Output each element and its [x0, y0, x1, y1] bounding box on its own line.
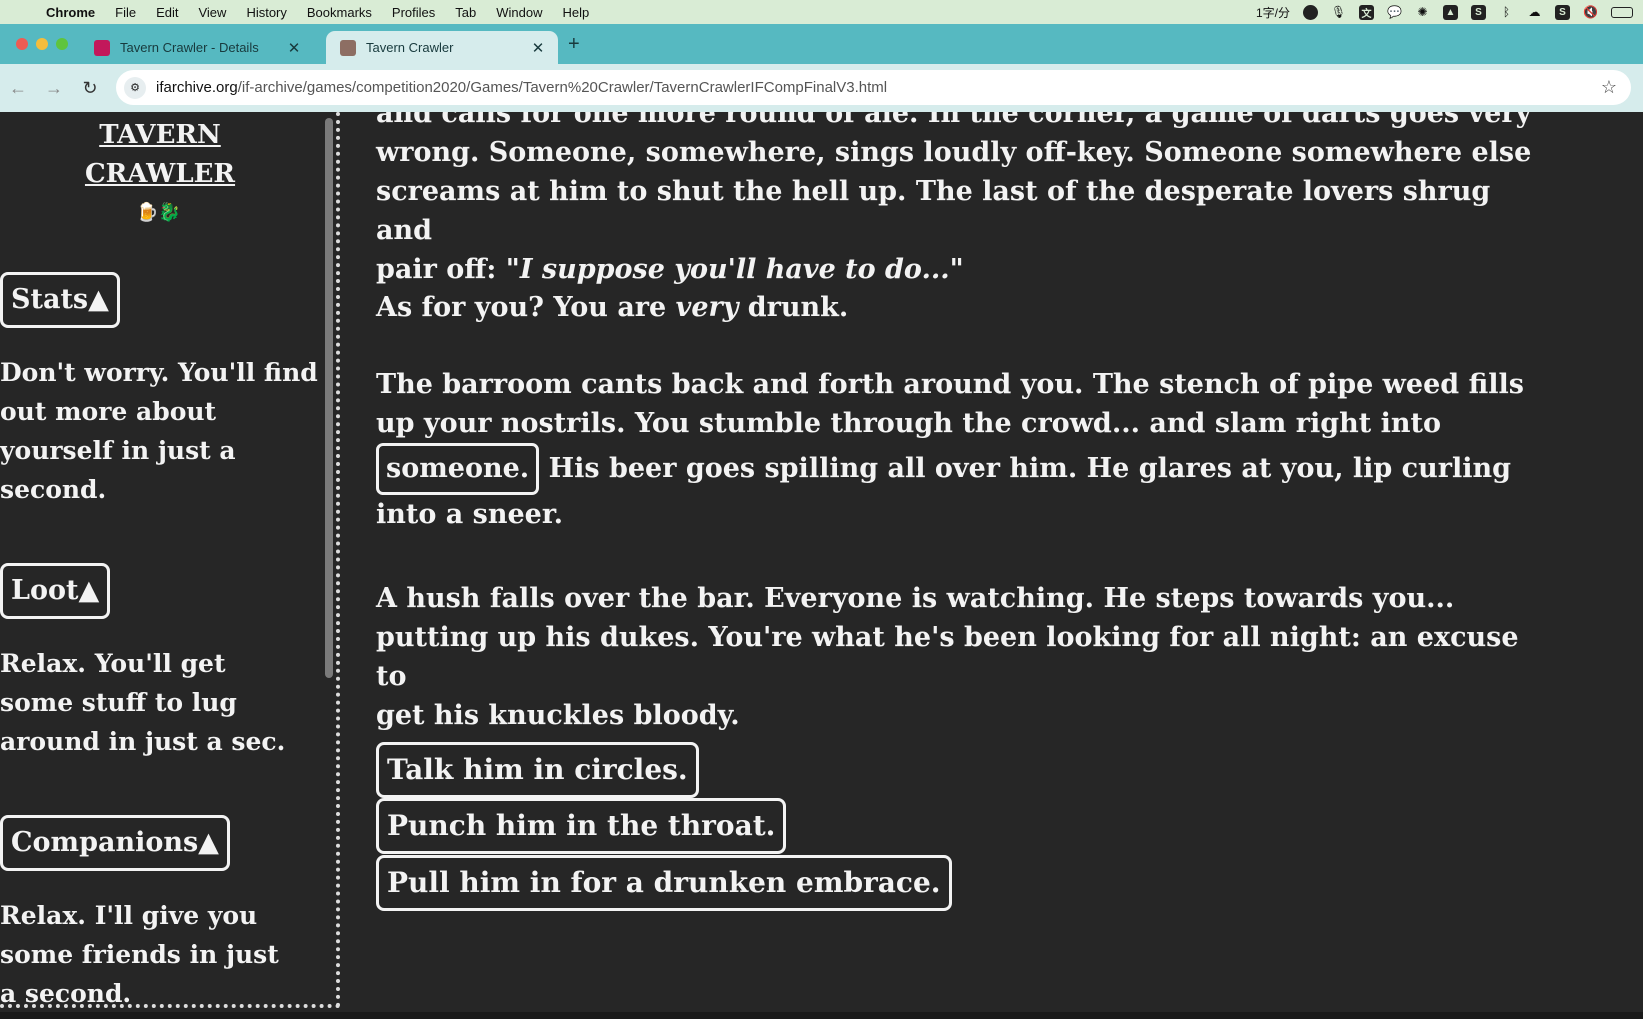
sidebar-scrollbar[interactable]	[325, 118, 333, 678]
reload-icon[interactable]: ↻	[72, 78, 108, 99]
minimize-window-button[interactable]	[36, 38, 48, 50]
window-bottom-edge	[0, 1012, 1643, 1019]
tab-strip: Tavern Crawler - Details ✕ Tavern Crawle…	[0, 24, 1643, 64]
mute-icon[interactable]: 🔇	[1583, 5, 1598, 20]
story-line: screams at him to shut the hell up. The …	[376, 176, 1491, 246]
microphone-icon[interactable]: 🎙	[1331, 5, 1346, 20]
wechat-icon[interactable]: 💬	[1387, 5, 1402, 20]
menu-tab[interactable]: Tab	[455, 5, 476, 20]
translate-icon[interactable]: 文	[1359, 4, 1374, 20]
menu-app[interactable]: Chrome	[46, 5, 95, 20]
url-host: ifarchive.org	[156, 79, 238, 96]
companions-text: Relax. I'll give you some friends in jus…	[0, 901, 279, 1008]
choice-talk-button[interactable]: Talk him in circles.	[376, 742, 699, 798]
menu-profiles[interactable]: Profiles	[392, 5, 435, 20]
stats-button[interactable]: Stats▲	[0, 272, 120, 328]
story-paragraph-1: and calls for one more round of ale. In …	[376, 112, 1536, 289]
menu-view[interactable]: View	[198, 5, 226, 20]
game-title-line-1: TAVERN	[99, 120, 221, 150]
story-line: The barroom cants back and forth around …	[376, 369, 1524, 400]
new-tab-button[interactable]: +	[568, 33, 580, 56]
battery-icon[interactable]	[1611, 6, 1633, 18]
game-title[interactable]: TAVERN CRAWLER	[0, 116, 320, 194]
tavern-favicon-icon	[340, 39, 356, 56]
story-line: putting up his dukes. You're what he's b…	[376, 622, 1519, 692]
menu-file[interactable]: File	[115, 5, 136, 20]
story-line: "	[949, 254, 964, 285]
menu-edit[interactable]: Edit	[156, 5, 178, 20]
beer-dragon-icon: 🍺🐉	[136, 202, 181, 223]
url-path: /if-archive/games/competition2020/Games/…	[237, 79, 888, 96]
story-paragraph-3: The barroom cants back and forth around …	[376, 365, 1536, 534]
story-line: His beer goes spilling all over him. He …	[539, 453, 1511, 484]
bluetooth-icon[interactable]: ᛒ	[1499, 5, 1514, 20]
sidebar: TAVERN CRAWLER 🍺🐉 Stats▲ Don't worry. Yo…	[0, 112, 340, 1008]
close-icon[interactable]: ✕	[528, 39, 548, 57]
choice-punch-button[interactable]: Punch him in the throat.	[376, 798, 787, 854]
tab-details[interactable]: Tavern Crawler - Details ✕	[80, 31, 314, 64]
game-title-line-2: CRAWLER	[84, 159, 236, 189]
story-paragraph-4: A hush falls over the bar. Everyone is w…	[376, 579, 1536, 735]
zoom-window-button[interactable]	[56, 38, 68, 50]
story-emphasis: very	[675, 292, 739, 323]
stats-text: Don't worry. You'll find out more about …	[0, 358, 318, 504]
drive-icon[interactable]: ▲	[1443, 4, 1458, 20]
back-arrow-icon[interactable]: ←	[0, 78, 36, 99]
tab-tavern-crawler[interactable]: Tavern Crawler ✕	[326, 31, 558, 64]
story-line: A hush falls over the bar. Everyone is w…	[376, 583, 1455, 614]
openai-icon[interactable]: ✺	[1415, 5, 1430, 20]
story-line: into a sneer.	[376, 499, 563, 530]
face-icon[interactable]	[1303, 4, 1318, 20]
status-area: 1字/分 🎙 文 💬 ✺ ▲ S ᛒ ☁ S 🔇	[1256, 0, 1633, 24]
close-window-button[interactable]	[16, 38, 28, 50]
menu-window[interactable]: Window	[496, 5, 542, 20]
companions-button[interactable]: Companions▲	[0, 815, 230, 871]
menu-help[interactable]: Help	[563, 5, 590, 20]
story-line: up your nostrils. You stumble through th…	[376, 408, 1441, 439]
loot-text: Relax. You'll get some stuff to lug arou…	[0, 649, 286, 756]
story-emphasis: I suppose you'll have to do...	[519, 254, 950, 285]
story-line: As for you? You are	[376, 292, 676, 323]
address-bar[interactable]: ⚙ ifarchive.org /if-archive/games/compet…	[116, 70, 1631, 105]
story-paragraph-2: As for you? You are very drunk.	[376, 288, 1536, 327]
site-info-icon[interactable]: ⚙	[124, 76, 146, 99]
story-line: pair off: "	[376, 254, 520, 285]
browser-toolbar: ← → ↻ ⚙ ifarchive.org /if-archive/games/…	[0, 64, 1643, 112]
story-line: drunk.	[738, 292, 849, 323]
input-method-indicator[interactable]: 1字/分	[1256, 4, 1290, 21]
choice-embrace-button[interactable]: Pull him in for a drunken embrace.	[376, 855, 952, 911]
story-line: and calls for one more round of ale. In …	[376, 112, 1532, 129]
tab-title: Tavern Crawler	[366, 40, 454, 55]
page-content: TAVERN CRAWLER 🍺🐉 Stats▲ Don't worry. Yo…	[0, 112, 1643, 1019]
tab-title: Tavern Crawler - Details	[120, 40, 259, 55]
close-icon[interactable]: ✕	[284, 39, 304, 57]
ifdb-favicon-icon	[94, 39, 110, 56]
story-line: wrong. Someone, somewhere, sings loudly …	[376, 137, 1532, 168]
s-icon[interactable]: S	[1471, 4, 1486, 20]
menu-bookmarks[interactable]: Bookmarks	[307, 5, 372, 20]
someone-link-button[interactable]: someone.	[376, 443, 540, 495]
bookmark-star-icon[interactable]: ☆	[1601, 77, 1617, 98]
menu-bar: Chrome File Edit View History Bookmarks …	[0, 0, 1643, 24]
cloud-icon[interactable]: ☁	[1527, 5, 1542, 20]
story-line: get his knuckles bloody.	[376, 700, 740, 731]
loot-button[interactable]: Loot▲	[0, 563, 111, 619]
menu-history[interactable]: History	[246, 5, 286, 20]
forward-arrow-icon[interactable]: →	[36, 78, 72, 99]
s-app-icon[interactable]: S	[1555, 4, 1570, 20]
